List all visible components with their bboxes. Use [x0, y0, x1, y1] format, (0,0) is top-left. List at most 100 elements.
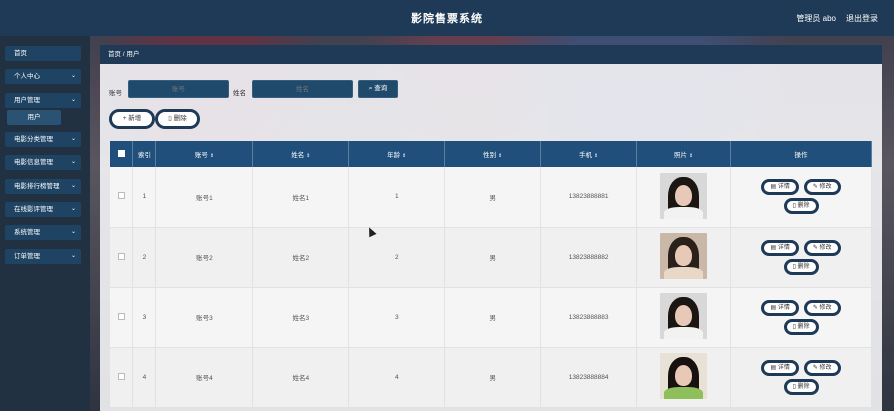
- table-row: 2 账号2 姓名2 2 男 13823888882 ▤ 详情 ✎ 修改 ▯ 删除: [110, 227, 872, 288]
- user-photo[interactable]: [660, 353, 708, 399]
- photo-cell: [636, 287, 732, 348]
- chevron-down-icon: ⌄: [70, 136, 76, 142]
- index-cell: 1: [132, 167, 157, 228]
- column-header-account[interactable]: 账号 ⇕: [155, 141, 254, 167]
- add-button[interactable]: + 新增: [109, 109, 155, 129]
- sidebar-item-system[interactable]: 系统管理 ⌄: [5, 225, 81, 240]
- column-header-photo[interactable]: 照片 ⇕: [636, 141, 732, 167]
- edit-button[interactable]: ✎ 修改: [803, 299, 841, 316]
- sidebar-subitem-user[interactable]: 用户: [7, 110, 61, 125]
- name-cell: 姓名3: [252, 287, 350, 348]
- edit-button[interactable]: ✎ 修改: [803, 179, 841, 196]
- account-cell: 账号1: [155, 167, 254, 228]
- column-header-actions: 操作: [730, 141, 872, 167]
- delete-button[interactable]: ▯ 删除: [155, 109, 200, 129]
- actions-cell: ▤ 详情 ✎ 修改 ▯ 删除: [730, 347, 872, 408]
- actions-cell: ▤ 详情 ✎ 修改 ▯ 删除: [730, 167, 872, 228]
- sidebar-item-profile[interactable]: 个人中心 ⌄: [5, 69, 81, 84]
- account-cell: 账号3: [155, 287, 254, 348]
- user-table: 索引 账号 ⇕ 姓名 ⇕ 年龄 ⇕ 性别 ⇕ 手机 ⇕ 照片 ⇕ 操作 1 账号1 姓名1 …: [110, 141, 872, 408]
- gender-cell: 男: [444, 287, 542, 348]
- row-delete-button[interactable]: ▯ 删除: [783, 198, 819, 215]
- sort-icon: ⇕: [306, 153, 311, 159]
- row-select-cell[interactable]: [110, 287, 134, 348]
- row-checkbox[interactable]: [117, 372, 125, 380]
- column-header-index: 索引: [132, 141, 157, 167]
- sort-icon: ⇕: [209, 153, 215, 159]
- sidebar-item-label: 电影排行榜管理: [14, 183, 60, 190]
- row-checkbox[interactable]: [117, 252, 125, 260]
- breadcrumb: 首页 / 用户: [100, 45, 882, 64]
- user-photo[interactable]: [660, 233, 708, 279]
- pencil-icon: ✎: [812, 364, 820, 371]
- account-search-input[interactable]: [128, 80, 229, 98]
- sort-icon: ⇕: [688, 153, 694, 159]
- row-select-cell[interactable]: [110, 227, 134, 288]
- edit-button[interactable]: ✎ 修改: [803, 359, 841, 376]
- actions-cell: ▤ 详情 ✎ 修改 ▯ 删除: [730, 287, 872, 348]
- add-button-label: 新增: [128, 115, 142, 122]
- logout-link[interactable]: 退出登录: [846, 13, 878, 24]
- phone-cell: 13823888881: [540, 167, 638, 228]
- sidebar-item-label: 用户管理: [14, 97, 40, 104]
- sidebar-item-movie-category[interactable]: 电影分类管理 ⌄: [5, 132, 81, 147]
- document-icon: ▤: [770, 184, 778, 191]
- sidebar-item-label: 电影分类管理: [14, 136, 53, 143]
- name-search-input[interactable]: [252, 80, 353, 98]
- sidebar-item-label: 个人中心: [14, 73, 40, 80]
- age-cell: 3: [348, 287, 446, 348]
- column-header-phone[interactable]: 手机 ⇕: [540, 141, 638, 167]
- index-cell: 4: [132, 347, 157, 408]
- sidebar-item-label: 用户: [27, 114, 41, 121]
- edit-button[interactable]: ✎ 修改: [803, 239, 841, 256]
- row-select-cell[interactable]: [110, 167, 134, 228]
- chevron-down-icon: ⌄: [70, 97, 76, 103]
- document-icon: ▤: [770, 364, 778, 371]
- pencil-icon: ✎: [812, 244, 820, 251]
- pencil-icon: ✎: [812, 304, 820, 311]
- age-cell: 4: [348, 347, 446, 408]
- row-checkbox[interactable]: [117, 312, 125, 320]
- select-all-checkbox[interactable]: [117, 149, 125, 157]
- column-header-age[interactable]: 年龄 ⇕: [348, 141, 446, 167]
- detail-button[interactable]: ▤ 详情: [761, 299, 799, 316]
- column-header-name[interactable]: 姓名 ⇕: [252, 141, 350, 167]
- row-delete-button[interactable]: ▯ 删除: [783, 258, 819, 275]
- age-cell: 1: [348, 167, 446, 228]
- detail-button[interactable]: ▤ 详情: [761, 359, 799, 376]
- index-cell: 3: [132, 287, 157, 348]
- app-title: 影院售票系统: [411, 13, 483, 25]
- sidebar-item-online-review[interactable]: 在线影评管理 ⌄: [5, 202, 81, 217]
- name-cell: 姓名4: [252, 347, 350, 408]
- sidebar-item-label: 在线影评管理: [14, 206, 53, 213]
- gender-cell: 男: [444, 167, 542, 228]
- row-select-cell[interactable]: [110, 347, 134, 408]
- select-all-header[interactable]: [110, 141, 134, 167]
- phone-cell: 13823888883: [540, 287, 638, 348]
- query-button[interactable]: ⌕ 查询: [358, 80, 398, 98]
- index-cell: 2: [132, 227, 157, 288]
- sidebar-item-label: 首页: [14, 50, 27, 57]
- photo-cell: [636, 347, 732, 408]
- row-delete-button[interactable]: ▯ 删除: [783, 378, 819, 395]
- row-delete-button[interactable]: ▯ 删除: [783, 318, 819, 335]
- sidebar-item-movie-ranking[interactable]: 电影排行榜管理 ⌄: [5, 179, 81, 194]
- sort-icon: ⇕: [402, 153, 407, 159]
- user-photo[interactable]: [660, 172, 708, 219]
- sidebar: 首页 个人中心 ⌄ 用户管理 ⌄ 用户 电影分类管理 ⌄ 电影信息管理 ⌄ 电影排行榜管…: [0, 36, 90, 411]
- sidebar-item-home[interactable]: 首页: [5, 46, 81, 61]
- chevron-down-icon: ⌄: [70, 73, 76, 79]
- chevron-down-icon: ⌄: [70, 206, 76, 212]
- detail-button[interactable]: ▤ 详情: [761, 239, 799, 256]
- table-row: 3 账号3 姓名3 3 男 13823888883 ▤ 详情 ✎ 修改 ▯ 删除: [110, 287, 872, 348]
- detail-button[interactable]: ▤ 详情: [761, 179, 799, 196]
- table-header-row: 索引 账号 ⇕ 姓名 ⇕ 年龄 ⇕ 性别 ⇕ 手机 ⇕ 照片 ⇕ 操作: [110, 141, 872, 167]
- user-photo[interactable]: [660, 293, 708, 339]
- sidebar-item-movie-info[interactable]: 电影信息管理 ⌄: [5, 155, 81, 170]
- sidebar-item-user-management[interactable]: 用户管理 ⌄: [5, 93, 81, 108]
- photo-cell: [636, 167, 732, 228]
- column-header-gender[interactable]: 性别 ⇕: [444, 141, 542, 167]
- row-checkbox[interactable]: [117, 192, 125, 200]
- sidebar-item-label: 系统管理: [14, 229, 40, 236]
- sidebar-item-orders[interactable]: 订单管理 ⌄: [5, 249, 81, 264]
